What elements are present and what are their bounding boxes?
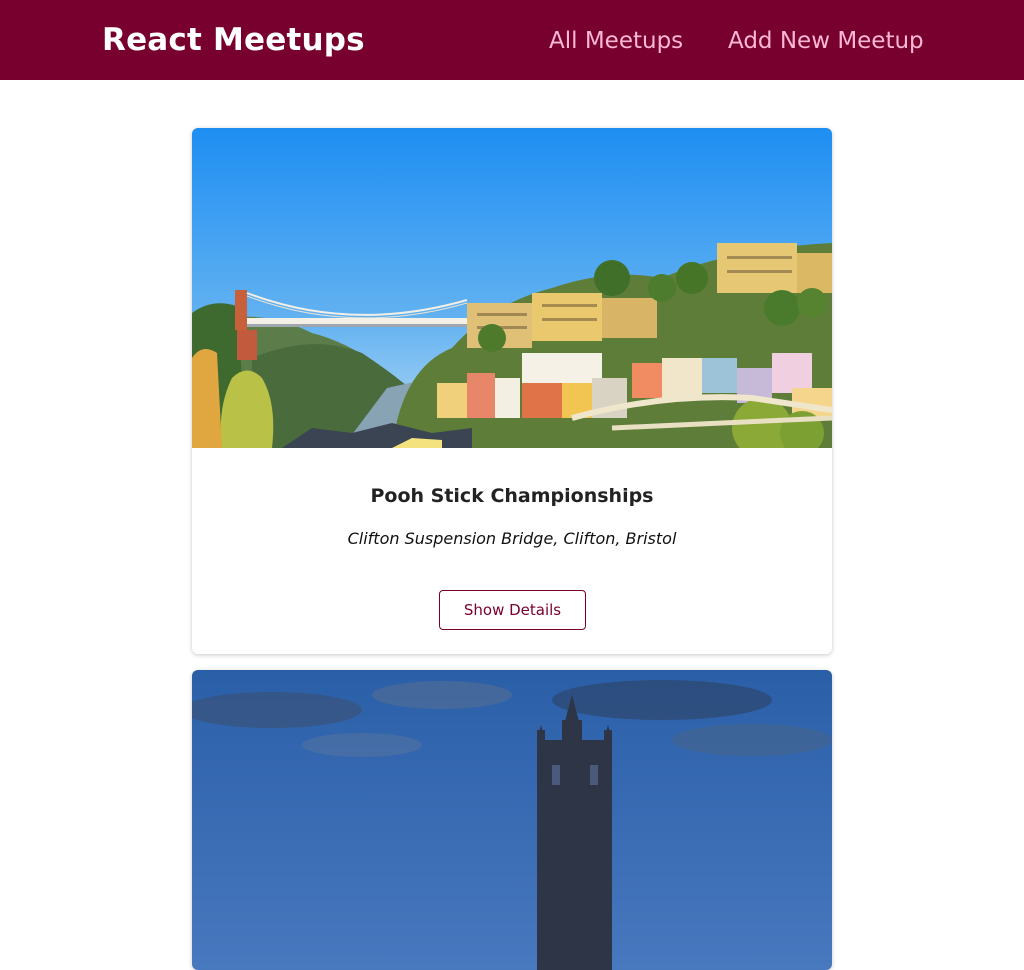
meetup-image xyxy=(192,670,832,970)
cathedral-photo xyxy=(192,670,832,970)
show-details-button[interactable]: Show Details xyxy=(439,590,586,630)
nav-all-meetups[interactable]: All Meetups xyxy=(549,24,683,58)
bridge-photo xyxy=(192,128,832,448)
nav-add-new-meetup[interactable]: Add New Meetup xyxy=(728,24,924,58)
meetup-card: Pooh Stick Championships Clifton Suspens… xyxy=(192,128,832,654)
meetup-card xyxy=(192,670,832,970)
meetup-title: Pooh Stick Championships xyxy=(370,485,654,507)
meetup-image xyxy=(192,128,832,448)
site-logo[interactable]: React Meetups xyxy=(102,20,365,60)
main-header: React Meetups All Meetups Add New Meetup xyxy=(0,0,1024,80)
meetup-address: Clifton Suspension Bridge, Clifton, Bris… xyxy=(347,529,677,548)
